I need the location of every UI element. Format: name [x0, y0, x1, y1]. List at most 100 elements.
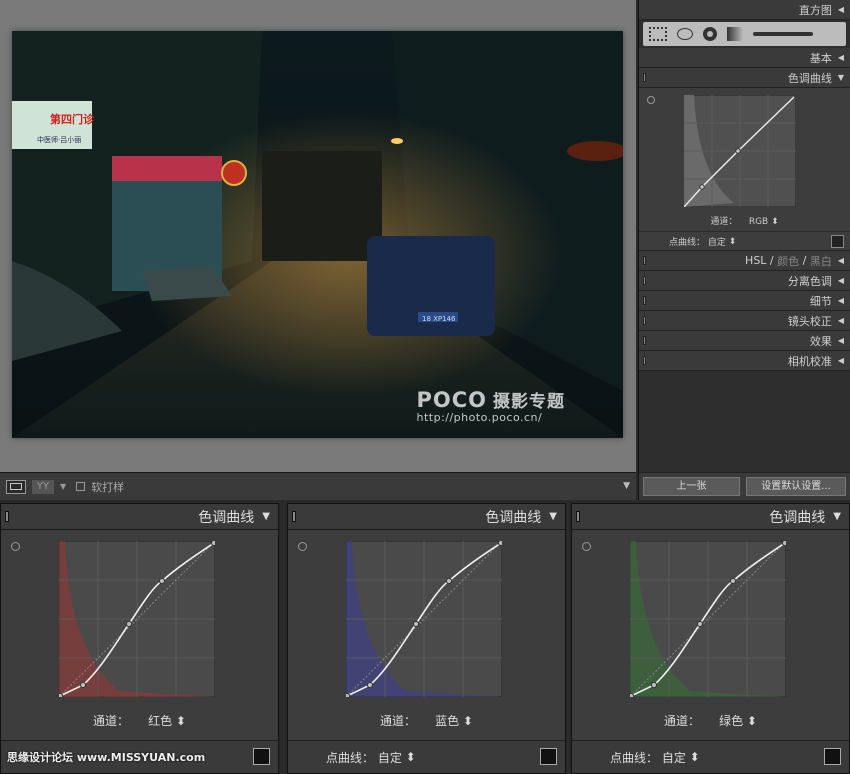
- blue-tone-curve-panel: 色调曲线 ▼ 通道： 蓝色 ⬍ 点曲线： 自定 ⬍: [287, 503, 566, 774]
- blue-curve-graph[interactable]: [346, 541, 502, 697]
- curve-point: [125, 620, 133, 628]
- sign-sub: 中医师·吕小丽: [37, 135, 81, 144]
- toolbar-menu-icon[interactable]: ▼: [623, 481, 630, 491]
- point-curve-select[interactable]: 自定: [708, 235, 726, 248]
- graduated-filter-icon[interactable]: [727, 27, 743, 41]
- panel-toggle[interactable]: [292, 511, 296, 522]
- curve-point: [412, 620, 420, 628]
- collapse-arrow-icon: ◀: [837, 53, 844, 62]
- panel-toggle[interactable]: [643, 316, 646, 325]
- panel-header-hsl[interactable]: HSL / 颜色 / 黑白 ◀: [639, 251, 850, 271]
- panel-toggle[interactable]: [576, 511, 580, 522]
- point-curve-row: 思缘设计论坛 www.MISSYUAN.com: [1, 740, 278, 773]
- panel-toggle[interactable]: [643, 296, 646, 305]
- channel-select[interactable]: 蓝色: [435, 714, 459, 728]
- expand-arrow-icon: ▼: [549, 511, 557, 522]
- panel-toggle[interactable]: [643, 73, 646, 82]
- curve-mode-icon[interactable]: [831, 235, 844, 248]
- curve-mode-icon[interactable]: [540, 748, 557, 765]
- panel-header-histogram[interactable]: 直方图 ◀: [639, 0, 850, 20]
- photo-preview[interactable]: 第四门诊 中医师·吕小丽 18 XP146 POCO 摄影专题 http://ph…: [12, 31, 623, 438]
- channel-row[interactable]: 通道： 红色 ⬍: [1, 712, 278, 729]
- panel-header-basic[interactable]: 基本 ◀: [639, 48, 850, 68]
- panel-toggle[interactable]: [643, 276, 646, 285]
- panel-header[interactable]: 色调曲线 ▼: [288, 504, 565, 530]
- rgb-channel-row[interactable]: 通道： RGB ⬍: [639, 214, 850, 227]
- expand-arrow-icon: ▼: [837, 73, 844, 82]
- curve-point: [630, 692, 635, 697]
- panel-header-camera[interactable]: 相机校准 ◀: [639, 351, 850, 371]
- camera-label: 相机校准: [787, 354, 832, 368]
- red-eye-icon[interactable]: [703, 27, 717, 41]
- curve-point: [79, 681, 87, 689]
- color-tab[interactable]: 颜色: [777, 253, 799, 269]
- point-curve-row: 点曲线： 自定 ⬍: [572, 740, 849, 773]
- channel-select[interactable]: 绿色: [719, 714, 743, 728]
- soft-proof-label: 软打样: [91, 480, 125, 494]
- panel-toggle[interactable]: [643, 336, 646, 345]
- expand-arrow-icon: ▼: [262, 511, 270, 522]
- histogram-label: 直方图: [798, 3, 832, 17]
- crop-grid-icon[interactable]: [649, 27, 667, 41]
- hsl-tab[interactable]: HSL: [745, 254, 766, 267]
- curve-point: [346, 692, 351, 697]
- collapse-arrow-icon: ◀: [837, 276, 844, 285]
- curve-mode-icon[interactable]: [824, 748, 841, 765]
- panel-header[interactable]: 色调曲线 ▼: [1, 504, 278, 530]
- watermark-title: 摄影专题: [493, 392, 565, 412]
- point-curve-select[interactable]: 自定: [378, 749, 402, 766]
- curve-point: [59, 692, 64, 697]
- panel-title: 色调曲线: [198, 509, 255, 526]
- curve-point: [210, 541, 215, 547]
- loupe-icon: [10, 483, 22, 490]
- panel-header-lens[interactable]: 镜头校正 ◀: [639, 311, 850, 331]
- previous-button[interactable]: 上一张: [643, 477, 740, 496]
- channel-label: 通道：: [664, 714, 701, 728]
- channel-select[interactable]: 红色: [148, 714, 172, 728]
- poco-watermark: POCO 摄影专题 http://photo.poco.cn/: [416, 387, 565, 424]
- before-after-button[interactable]: YY: [32, 479, 54, 494]
- panel-toggle[interactable]: [643, 356, 646, 365]
- soft-proof-checkbox[interactable]: [76, 482, 86, 491]
- panel-title: 色调曲线: [485, 509, 542, 526]
- panel-toggle[interactable]: [5, 511, 9, 522]
- collapse-arrow-icon: ◀: [837, 336, 844, 345]
- red-curve-graph[interactable]: [59, 541, 215, 697]
- collapse-arrow-icon: ◀: [837, 316, 844, 325]
- site-credit: 思缘设计论坛 www.MISSYUAN.com: [7, 751, 206, 764]
- curve-point: [729, 577, 737, 585]
- channel-label: 通道：: [710, 217, 738, 227]
- panel-header-effects[interactable]: 效果 ◀: [639, 331, 850, 351]
- set-default-button[interactable]: 设置默认设置...: [746, 477, 846, 496]
- target-adjust-icon[interactable]: [582, 542, 591, 551]
- target-adjust-icon[interactable]: [647, 96, 655, 104]
- collapse-arrow-icon: ◀: [837, 5, 844, 14]
- rgb-curve-graph[interactable]: [684, 95, 796, 207]
- green-curve-graph[interactable]: [630, 541, 786, 697]
- panel-toggle[interactable]: [643, 256, 646, 265]
- target-adjust-icon[interactable]: [298, 542, 307, 551]
- point-curve-select[interactable]: 自定: [662, 749, 686, 766]
- channel-row[interactable]: 通道： 绿色 ⬍: [572, 712, 849, 729]
- target-adjust-icon[interactable]: [11, 542, 20, 551]
- spot-removal-icon[interactable]: [677, 28, 693, 40]
- point-curve-label: 点曲线：: [669, 238, 706, 248]
- watermark-brand: POCO: [416, 388, 487, 412]
- bw-tab[interactable]: 黑白: [810, 253, 832, 269]
- channel-label: 通道：: [380, 714, 417, 728]
- panel-header-tone-curve[interactable]: 色调曲线 ▼: [639, 68, 850, 88]
- right-develop-panel: 直方图 ◀ 基本 ◀ 色调曲线 ▼ 通道： RGB ⬍ 点曲线： 自定 ⬍ HSL /…: [638, 0, 850, 500]
- chevron-down-icon[interactable]: ▼: [60, 482, 66, 491]
- loupe-view-button[interactable]: [6, 479, 26, 494]
- panel-header-detail[interactable]: 细节 ◀: [639, 291, 850, 311]
- lens-label: 镜头校正: [787, 314, 832, 328]
- channel-row[interactable]: 通道： 蓝色 ⬍: [288, 712, 565, 729]
- curve-mode-icon[interactable]: [253, 748, 270, 765]
- point-curve-row: 点曲线： 自定 ⬍: [639, 231, 850, 251]
- tone-curve-label: 色调曲线: [787, 71, 832, 85]
- adjustment-brush-icon[interactable]: [753, 32, 813, 36]
- channel-select[interactable]: RGB: [749, 217, 768, 227]
- panel-header-split-toning[interactable]: 分离色调 ◀: [639, 271, 850, 291]
- panel-header[interactable]: 色调曲线 ▼: [572, 504, 849, 530]
- watermark-url: http://photo.poco.cn/: [416, 411, 543, 424]
